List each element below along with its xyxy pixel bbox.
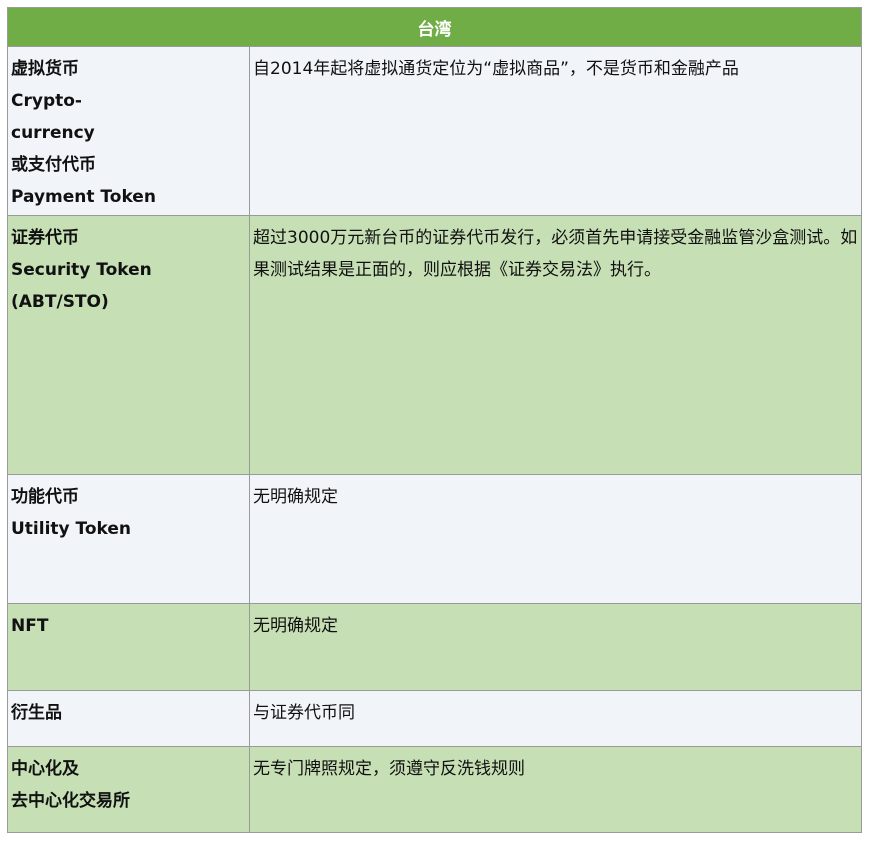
category-cell: 虚拟货币 Crypto- currency 或支付代币 Payment Toke… — [7, 46, 250, 216]
category-line: 中心化及 — [11, 759, 79, 779]
category-cell: 中心化及 去中心化交易所 — [7, 746, 250, 833]
category-cell: 证券代币 Security Token (ABT/STO) — [7, 215, 250, 475]
table-header-title: 台湾 — [7, 7, 862, 47]
table-row: NFT 无明确规定 — [7, 603, 862, 691]
category-cell: 衍生品 — [7, 690, 250, 747]
description-cell: 无明确规定 — [249, 474, 862, 604]
category-line: NFT — [11, 616, 49, 636]
category-cell: NFT — [7, 603, 250, 691]
category-line: 虚拟货币 — [11, 59, 79, 79]
description-cell: 超过3000万元新台币的证券代币发行，必须首先申请接受金融监管沙盒测试。如果测试… — [249, 215, 862, 475]
description-cell: 无明确规定 — [249, 603, 862, 691]
category-line: currency — [11, 123, 95, 143]
category-line: 去中心化交易所 — [11, 791, 130, 811]
description-cell: 无专门牌照规定，须遵守反洗钱规则 — [249, 746, 862, 833]
category-cell: 功能代币 Utility Token — [7, 474, 250, 604]
table-row: 中心化及 去中心化交易所 无专门牌照规定，须遵守反洗钱规则 — [7, 746, 862, 833]
category-line: 衍生品 — [11, 703, 62, 723]
category-line: (ABT/STO) — [11, 292, 109, 312]
category-line: 或支付代币 — [11, 155, 96, 175]
table-row: 证券代币 Security Token (ABT/STO) 超过3000万元新台… — [7, 215, 862, 475]
table-row: 虚拟货币 Crypto- currency 或支付代币 Payment Toke… — [7, 46, 862, 216]
category-line: 功能代币 — [11, 487, 79, 507]
category-line: Security Token — [11, 260, 152, 280]
regulation-table: 台湾 虚拟货币 Crypto- currency 或支付代币 Payment T… — [7, 7, 862, 833]
table-row: 衍生品 与证券代币同 — [7, 690, 862, 747]
category-line: Payment Token — [11, 187, 156, 207]
table-row: 功能代币 Utility Token 无明确规定 — [7, 474, 862, 604]
category-line: Utility Token — [11, 519, 132, 539]
description-cell: 与证券代币同 — [249, 690, 862, 747]
description-cell: 自2014年起将虚拟通货定位为“虚拟商品”，不是货币和金融产品 — [249, 46, 862, 216]
category-line: 证券代币 — [11, 228, 79, 248]
category-line: Crypto- — [11, 91, 82, 111]
